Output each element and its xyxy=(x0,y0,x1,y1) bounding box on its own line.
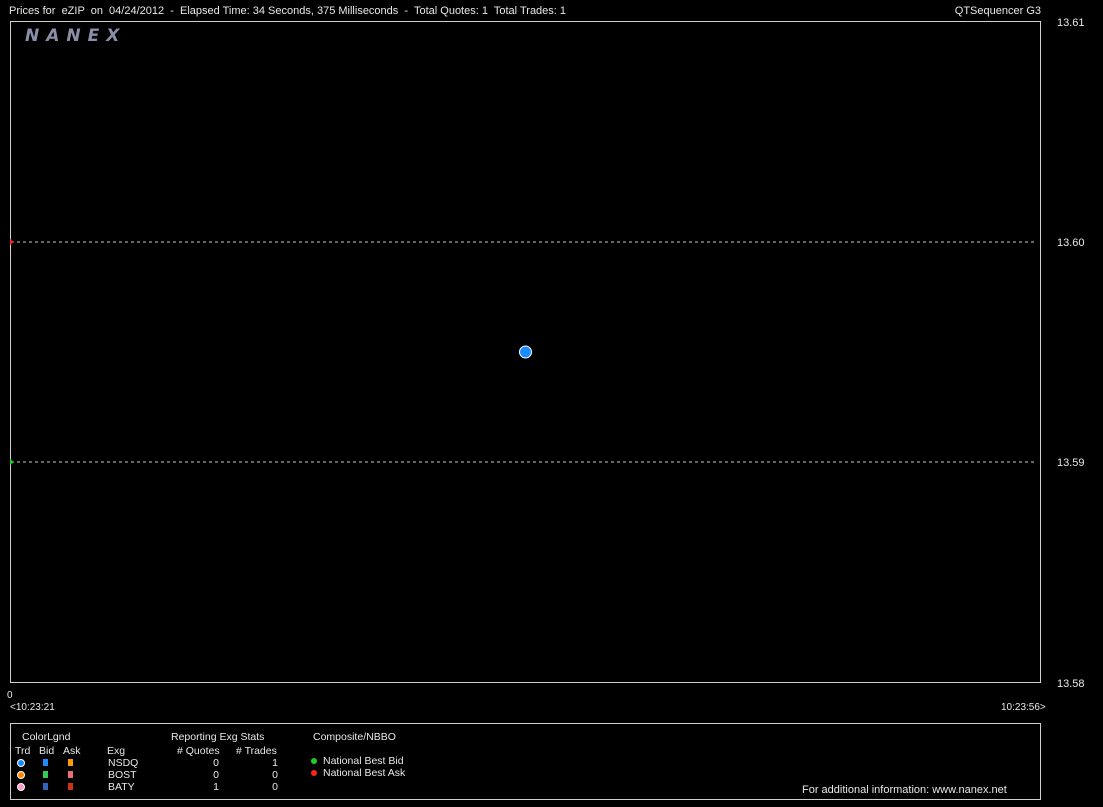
x-start-label: <10:23:21 xyxy=(10,702,55,713)
trade-count: 0 xyxy=(272,781,278,793)
trade-count: 1 xyxy=(272,757,278,769)
nbbo-bid-label: National Best Bid xyxy=(323,755,404,767)
bid-color-swatch xyxy=(43,783,48,790)
col-ask-header: Ask xyxy=(63,745,81,757)
chart-canvas xyxy=(10,239,1036,465)
y-tick-label: 13.58 xyxy=(1057,678,1085,690)
exchange-name: BATY xyxy=(108,781,135,793)
nbbo-ask-marker xyxy=(311,770,317,776)
stats-title: Reporting Exg Stats xyxy=(171,731,265,743)
col-bid-header: Bid xyxy=(39,745,55,757)
quote-count: 0 xyxy=(213,757,219,769)
exchange-name: BOST xyxy=(108,769,137,781)
y-tick-label: 13.61 xyxy=(1057,17,1085,29)
col-quotes-header: # Quotes xyxy=(177,745,220,757)
ask-color-swatch xyxy=(68,783,73,790)
nbbo-bid-marker xyxy=(311,758,317,764)
col-trd-header: Trd xyxy=(15,745,31,757)
x-end-label: 10:23:56> xyxy=(1001,702,1046,713)
ask-color-swatch xyxy=(68,771,73,778)
trade-count: 0 xyxy=(272,769,278,781)
col-exg-header: Exg xyxy=(107,745,126,757)
trade-color-dot xyxy=(17,759,25,767)
quote-count: 1 xyxy=(213,781,219,793)
nbbo-ask-label: National Best Ask xyxy=(323,767,406,779)
colorlgnd-title: ColorLgnd xyxy=(22,731,71,743)
bid-color-swatch xyxy=(43,759,48,766)
x-origin-label: 0 xyxy=(7,690,13,701)
y-tick-label: 13.60 xyxy=(1057,237,1085,249)
nbbo-ask-marker xyxy=(10,239,14,245)
col-trades-header: # Trades xyxy=(236,745,277,757)
footer-info: For additional information: www.nanex.ne… xyxy=(802,784,1007,796)
ask-color-swatch xyxy=(68,759,73,766)
legend-panel: ColorLgnd Trd Bid Ask Exg Reporting Exg … xyxy=(10,723,1041,800)
trade-color-dot xyxy=(17,771,25,779)
quote-count: 0 xyxy=(213,769,219,781)
trade-color-dot xyxy=(17,783,25,791)
nbbo-bid-marker xyxy=(10,459,14,465)
trade-point xyxy=(519,345,532,359)
exchange-name: NSDQ xyxy=(108,757,139,769)
composite-title: Composite/NBBO xyxy=(313,731,396,743)
bid-color-swatch xyxy=(43,771,48,778)
y-tick-label: 13.59 xyxy=(1057,457,1085,469)
